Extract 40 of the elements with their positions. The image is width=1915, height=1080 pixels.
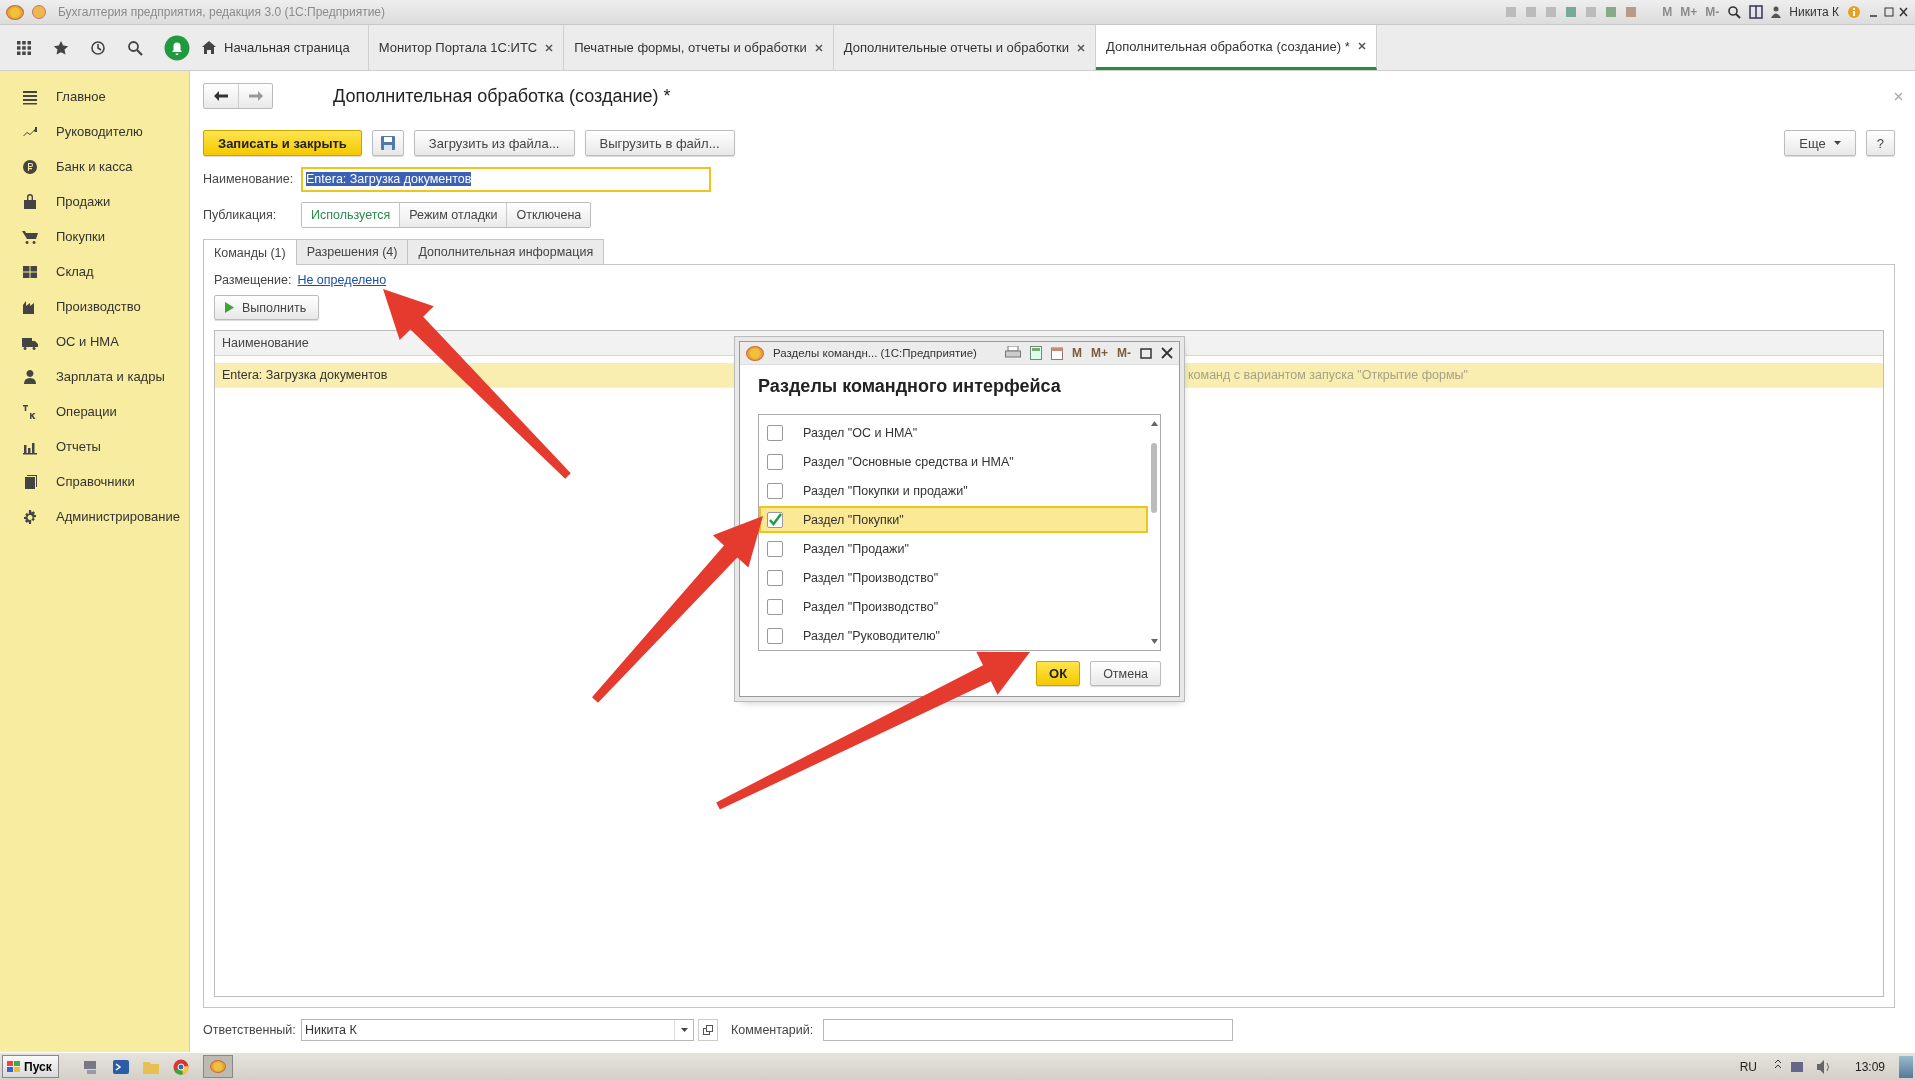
tab-label: Дополнительная обработка (создание) * xyxy=(1105,38,1350,54)
field-label: Размещение: xyxy=(214,273,292,287)
sidebar-label: ОС и НМА xyxy=(56,334,119,349)
sidebar-label: Руководителю xyxy=(56,124,143,139)
field-value: Никита К xyxy=(304,1023,357,1037)
tab-label: Дополнительные отчеты и обработки xyxy=(843,40,1069,55)
field-value: Entera: Загрузка документов xyxy=(306,172,472,186)
item-label: Раздел "Производство" xyxy=(803,570,939,585)
table-cell-text: команд с вариантом запуска "Открытие формы" xyxy=(1187,368,1469,382)
sidebar-label: Справочники xyxy=(56,474,135,489)
tab-label: Печатные формы, отчеты и обработки xyxy=(574,40,807,55)
item-label: Раздел "Руководителю" xyxy=(803,628,941,643)
sidebar-label: Покупки xyxy=(56,229,105,244)
field-label: Наименование: xyxy=(203,172,295,186)
dialog-heading: Разделы командного интерфейса xyxy=(757,375,1062,398)
item-label: Раздел "ОС и НМА" xyxy=(803,425,918,440)
tab-label: Начальная страница xyxy=(224,40,350,55)
sidebar-label: Отчеты xyxy=(56,439,101,454)
sidebar-label: Администрирование xyxy=(56,509,180,524)
clock: 13:09 xyxy=(1854,1059,1885,1074)
item-label: Раздел "Производство" xyxy=(803,599,939,614)
table-cell-text: Entera: Загрузка документов xyxy=(221,368,389,382)
field-label: Комментарий: xyxy=(731,1023,815,1037)
item-label: Раздел "Продажи" xyxy=(803,541,909,556)
dialog-title: Разделы командн... (1С:Предприятие) xyxy=(773,347,978,359)
sidebar-label: Производство xyxy=(56,299,141,314)
field-label: Публикация: xyxy=(203,208,278,222)
sidebar-label: Зарплата и кадры xyxy=(56,369,165,384)
sidebar-label: Продажи xyxy=(56,194,111,209)
form-title: Дополнительная обработка (создание) * xyxy=(333,85,671,107)
item-label: Раздел "Покупки и продажи" xyxy=(803,483,968,498)
sidebar-label: Главное xyxy=(56,89,106,104)
sidebar-label: Банк и касса xyxy=(56,159,133,174)
sidebar-label: Операции xyxy=(56,404,117,419)
sidebar-label: Склад xyxy=(56,264,94,279)
item-label: Раздел "Покупки" xyxy=(803,512,904,527)
tab-label: Монитор Портала 1С:ИТС xyxy=(378,40,538,55)
field-label: Ответственный: xyxy=(203,1023,297,1037)
item-label: Раздел "Основные средства и НМА" xyxy=(803,454,1014,469)
window-title: Бухгалтерия предприятия, редакция 3.0 (1С:Предприятие) xyxy=(58,5,386,19)
